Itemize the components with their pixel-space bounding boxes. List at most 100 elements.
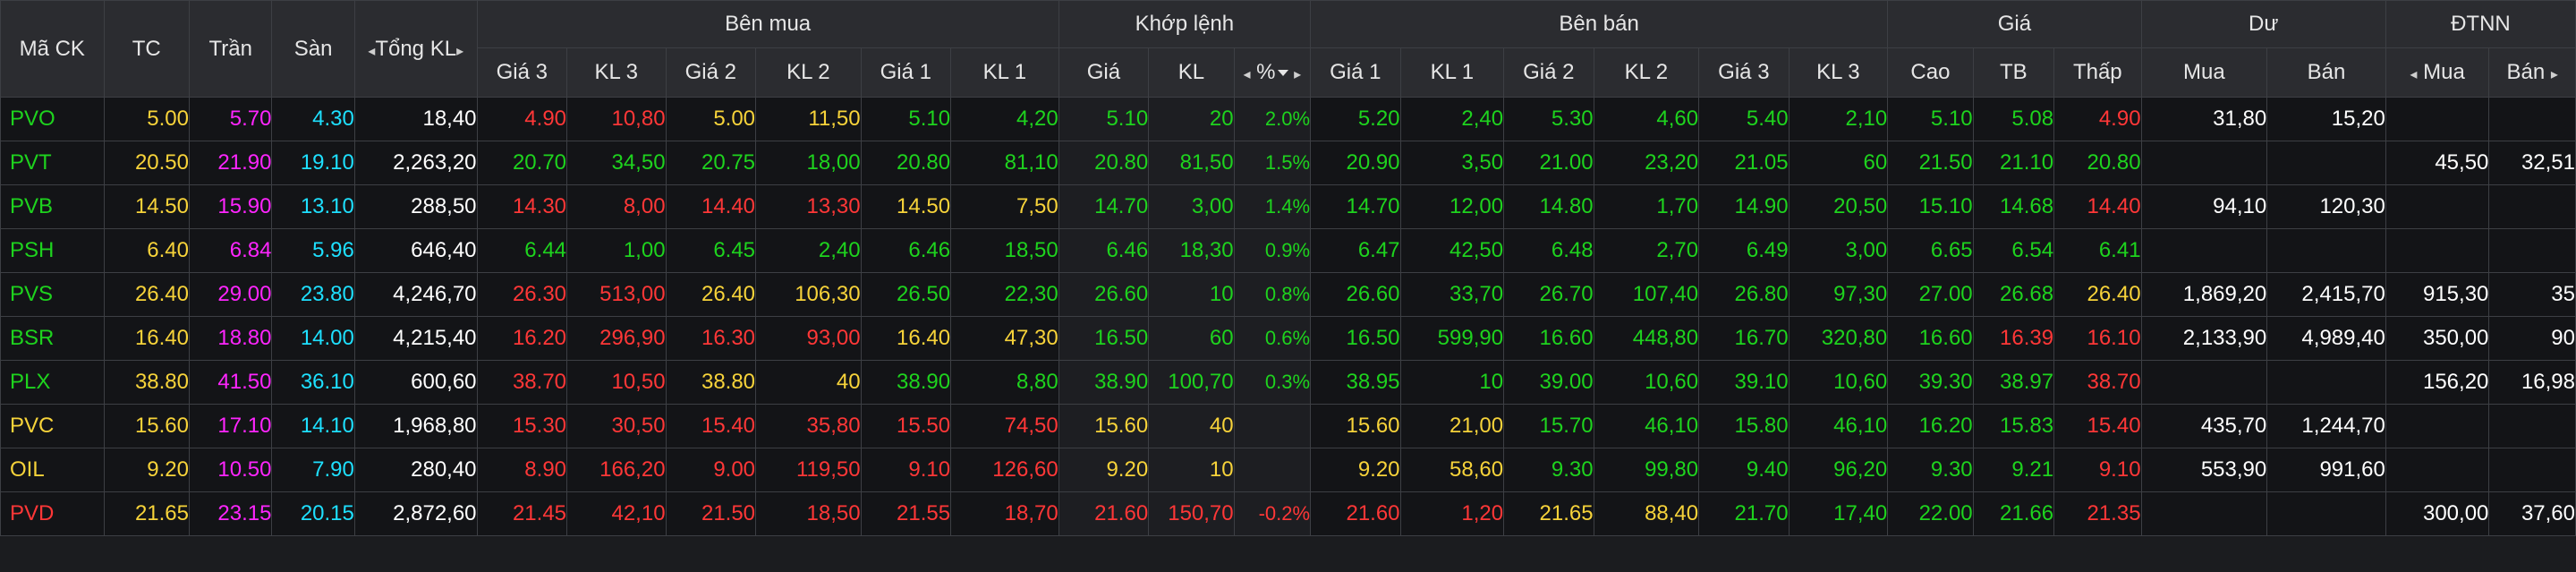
sell-gia1-cell: 5.20 — [1310, 97, 1401, 141]
table-row[interactable]: PVT 20.50 21.90 19.10 2,263,20 20.70 34,50 20.7… — [0, 141, 2576, 185]
san-cell: 5.96 — [271, 228, 355, 273]
buy-kl3-cell: 34,50 — [566, 141, 667, 185]
col-nn-ban[interactable]: Bán ▸ — [2488, 47, 2576, 98]
col-sell-kl1[interactable]: KL 1 — [1399, 47, 1505, 98]
symbol-cell[interactable]: PVC — [0, 404, 105, 448]
tc-cell: 15.60 — [103, 404, 191, 448]
thap-cell: 6.41 — [2053, 228, 2142, 273]
match-gia-cell: 9.20 — [1058, 448, 1150, 492]
col-ma-ck[interactable]: Mã CK — [0, 0, 105, 98]
col-sell-kl2[interactable]: KL 2 — [1593, 47, 1700, 98]
match-gia-cell: 38.90 — [1058, 360, 1150, 405]
table-row[interactable]: PSH 6.40 6.84 5.96 646,40 6.44 1,00 6.45 2,40 6.4… — [0, 228, 2576, 273]
col-buy-gia3[interactable]: Giá 3 — [476, 47, 568, 98]
match-kl-cell: 81,50 — [1148, 141, 1235, 185]
col-tong-kl-label: Tổng KL — [375, 36, 457, 61]
price-board: Mã CK TC Trần Sàn ◂Tổng KL▸ Bên mua Khớp… — [0, 0, 2576, 536]
col-sell-kl3[interactable]: KL 3 — [1788, 47, 1889, 98]
buy-kl2-cell: 18,50 — [755, 491, 862, 536]
san-cell: 23.80 — [271, 272, 355, 317]
sell-kl1-cell: 58,60 — [1399, 448, 1505, 492]
table-row[interactable]: PVO 5.00 5.70 4.30 18,40 4.90 10,80 5.00 11,50 5.… — [0, 97, 2576, 141]
nn-ban-cell — [2488, 228, 2576, 273]
sell-kl1-cell: 10 — [1399, 360, 1505, 405]
du-mua-cell — [2140, 491, 2268, 536]
san-cell: 20.15 — [271, 491, 355, 536]
pct-right-icon[interactable]: ▸ — [1294, 67, 1301, 82]
col-buy-kl1[interactable]: KL 1 — [950, 47, 1059, 98]
match-kl-cell: 20 — [1148, 97, 1235, 141]
group-ben-ban: Bên bán — [1310, 0, 1889, 48]
tb-cell: 15.83 — [1972, 404, 2055, 448]
table-row[interactable]: PVD 21.65 23.15 20.15 2,872,60 21.45 42,10 21.5… — [0, 491, 2576, 536]
symbol-cell[interactable]: PVS — [0, 272, 105, 317]
tong-kl-cell: 288,50 — [353, 184, 478, 229]
nn-left-icon[interactable]: ◂ — [2410, 67, 2417, 82]
sell-gia2-cell: 5.30 — [1503, 97, 1594, 141]
table-row[interactable]: BSR 16.40 18.80 14.00 4,215,40 16.20 296,90 16.… — [0, 316, 2576, 361]
buy-kl2-cell: 13,30 — [755, 184, 862, 229]
match-kl-cell: 100,70 — [1148, 360, 1235, 405]
col-san[interactable]: Sàn — [271, 0, 355, 98]
buy-kl2-cell: 18,00 — [755, 141, 862, 185]
nn-mua-cell: 915,30 — [2385, 272, 2490, 317]
col-match-pct[interactable]: ◂ % ▸ — [1233, 47, 1312, 98]
col-du-mua[interactable]: Mua — [2140, 47, 2268, 98]
sell-kl2-cell: 88,40 — [1593, 491, 1700, 536]
col-buy-gia2[interactable]: Giá 2 — [665, 47, 757, 98]
col-tc[interactable]: TC — [103, 0, 191, 98]
buy-kl1-cell: 74,50 — [950, 404, 1059, 448]
nn-ban-cell: 37,60 — [2488, 491, 2576, 536]
tb-cell: 21.66 — [1972, 491, 2055, 536]
symbol-cell[interactable]: PVD — [0, 491, 105, 536]
tc-cell: 16.40 — [103, 316, 191, 361]
match-gia-cell: 14.70 — [1058, 184, 1150, 229]
col-buy-kl2[interactable]: KL 2 — [755, 47, 862, 98]
tong-kl-cell: 18,40 — [353, 97, 478, 141]
col-match-gia[interactable]: Giá — [1058, 47, 1150, 98]
buy-gia2-cell: 6.45 — [665, 228, 757, 273]
thap-cell: 16.10 — [2053, 316, 2142, 361]
symbol-cell[interactable]: PSH — [0, 228, 105, 273]
col-sell-gia2[interactable]: Giá 2 — [1503, 47, 1594, 98]
buy-kl1-cell: 4,20 — [950, 97, 1059, 141]
pct-left-icon[interactable]: ◂ — [1243, 67, 1250, 82]
symbol-cell[interactable]: PVB — [0, 184, 105, 229]
symbol-cell[interactable]: PVO — [0, 97, 105, 141]
cao-cell: 5.10 — [1887, 97, 1974, 141]
col-buy-kl3[interactable]: KL 3 — [566, 47, 667, 98]
col-sell-gia1[interactable]: Giá 1 — [1310, 47, 1401, 98]
table-row[interactable]: OIL 9.20 10.50 7.90 280,40 8.90 166,20 9.00 119,… — [0, 448, 2576, 492]
col-nn-mua[interactable]: ◂ Mua — [2385, 47, 2490, 98]
group-du: Dư — [2140, 0, 2386, 48]
symbol-cell[interactable]: OIL — [0, 448, 105, 492]
symbol-cell[interactable]: PLX — [0, 360, 105, 405]
sort-desc-icon[interactable] — [1277, 70, 1288, 77]
sell-kl2-cell: 1,70 — [1593, 184, 1700, 229]
symbol-cell[interactable]: PVT — [0, 141, 105, 185]
scroll-right-icon[interactable]: ▸ — [456, 44, 463, 59]
col-du-ban[interactable]: Bán — [2266, 47, 2386, 98]
table-row[interactable]: PVS 26.40 29.00 23.80 4,246,70 26.30 513,00 26.… — [0, 272, 2576, 317]
col-buy-gia1[interactable]: Giá 1 — [860, 47, 952, 98]
table-row[interactable]: PVB 14.50 15.90 13.10 288,50 14.30 8,00 14.40 13… — [0, 184, 2576, 229]
tc-cell: 9.20 — [103, 448, 191, 492]
table-row[interactable]: PLX 38.80 41.50 36.10 600,60 38.70 10,50 38.80 4… — [0, 360, 2576, 405]
sell-gia2-cell: 15.70 — [1503, 404, 1594, 448]
col-tb[interactable]: TB — [1972, 47, 2055, 98]
tb-cell: 21.10 — [1972, 141, 2055, 185]
match-pct-cell: 0.8% — [1233, 272, 1312, 317]
col-match-kl[interactable]: KL — [1148, 47, 1235, 98]
col-cao[interactable]: Cao — [1887, 47, 1974, 98]
col-sell-gia3[interactable]: Giá 3 — [1698, 47, 1790, 98]
symbol-cell[interactable]: BSR — [0, 316, 105, 361]
group-ben-mua: Bên mua — [476, 0, 1059, 48]
buy-gia1-cell: 21.55 — [860, 491, 952, 536]
table-row[interactable]: PVC 15.60 17.10 14.10 1,968,80 15.30 30,50 15.4… — [0, 404, 2576, 448]
col-thap[interactable]: Thấp — [2053, 47, 2142, 98]
buy-gia2-cell: 14.40 — [665, 184, 757, 229]
col-tran[interactable]: Trần — [188, 0, 273, 98]
nn-right-icon[interactable]: ▸ — [2551, 67, 2558, 82]
col-tong-kl[interactable]: ◂Tổng KL▸ — [353, 0, 478, 98]
sell-gia2-cell: 16.60 — [1503, 316, 1594, 361]
